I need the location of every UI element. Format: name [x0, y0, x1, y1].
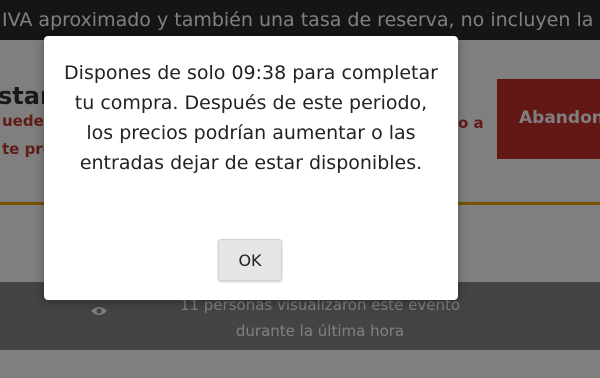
- timer-dialog: Dispones de solo 09:38 para completar tu…: [44, 36, 458, 300]
- timer-message: Dispones de solo 09:38 para completar tu…: [64, 62, 438, 174]
- ok-button[interactable]: OK: [218, 239, 282, 281]
